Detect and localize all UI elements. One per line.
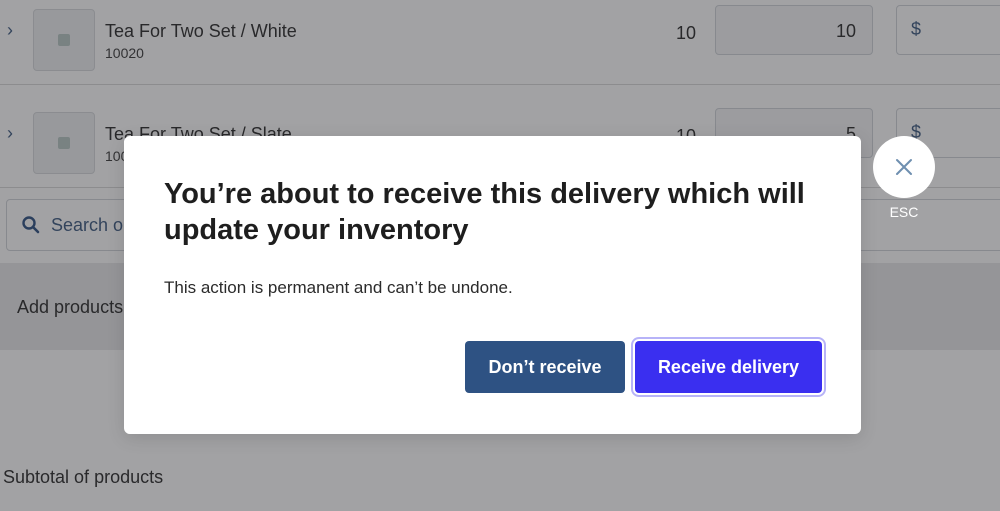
confirm-receive-dialog: You’re about to receive this delivery wh… [124, 136, 861, 434]
receive-delivery-button[interactable]: Receive delivery [635, 341, 822, 393]
close-button[interactable] [873, 136, 935, 198]
dialog-message: This action is permanent and can’t be un… [164, 278, 513, 297]
dont-receive-button[interactable]: Don’t receive [465, 341, 625, 393]
dialog-title: You’re about to receive this delivery wh… [164, 178, 805, 246]
close-icon [896, 159, 912, 175]
esc-label: ESC [889, 204, 919, 220]
